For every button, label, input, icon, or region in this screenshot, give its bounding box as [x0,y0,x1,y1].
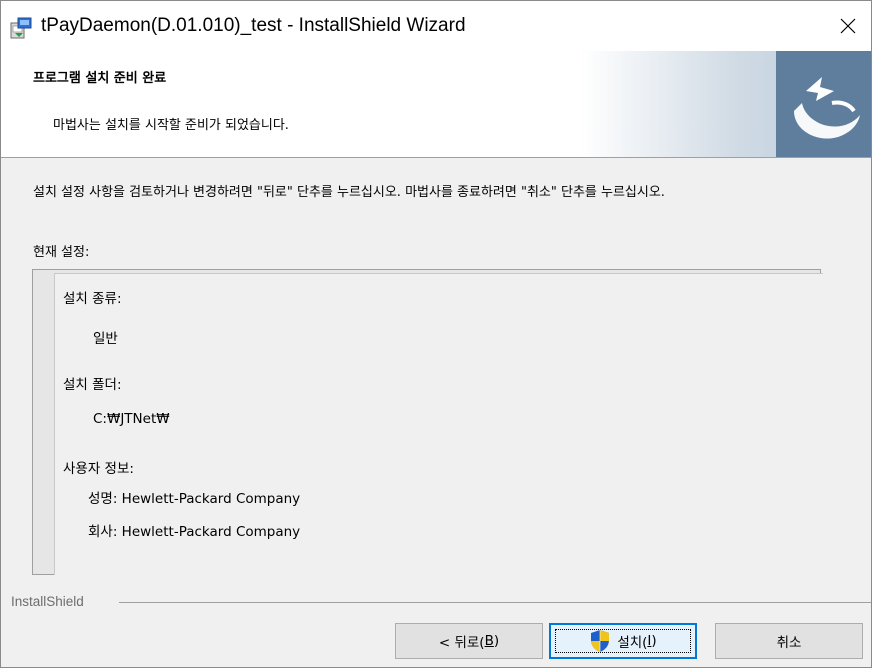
install-folder-value: C:₩JTNet₩ [93,411,170,427]
footer-divider [119,602,871,603]
title-bar: tPayDaemon(D.01.010)_test - InstallShiel… [1,1,871,51]
cancel-button[interactable]: 취소 [715,623,863,659]
setup-type-value: 일반 [93,331,118,347]
installer-icon [9,16,33,40]
installer-window: tPayDaemon(D.01.010)_test - InstallShiel… [0,0,872,668]
install-button[interactable]: 설치(I) [549,623,697,659]
install-folder-label: 설치 폴더: [63,377,122,393]
banner-subtitle: 마법사는 설치를 시작할 준비가 되었습니다. [53,118,289,133]
window-title: tPayDaemon(D.01.010)_test - InstallShiel… [41,15,466,36]
back-button[interactable]: < 뒤로(B) [395,623,543,659]
user-name-line: 성명: Hewlett-Packard Company [88,491,301,507]
instructions-text: 설치 설정 사항을 검토하거나 변경하려면 "뒤로" 단추를 누르십시오. 마법… [33,185,665,200]
current-settings-label: 현재 설정: [33,245,90,260]
cancel-button-label: 취소 [776,635,802,651]
header-banner: 프로그램 설치 준비 완료 마법사는 설치를 시작할 준비가 되었습니다. [1,51,871,157]
company-line: 회사: Hewlett-Packard Company [88,524,301,540]
banner-divider [1,157,871,158]
installshield-logo-icon [776,51,871,157]
user-info-label: 사용자 정보: [63,461,134,477]
banner-title: 프로그램 설치 준비 완료 [33,71,167,86]
setup-type-label: 설치 종류: [63,291,122,307]
back-button-hotkey: B [484,633,494,649]
close-icon [840,18,856,34]
close-button[interactable] [825,1,871,51]
back-button-close-paren: ) [493,633,500,649]
focus-ring [555,629,691,653]
back-button-label: < 뒤로( [438,635,485,651]
installshield-brand-label: InstallShield [11,594,84,609]
